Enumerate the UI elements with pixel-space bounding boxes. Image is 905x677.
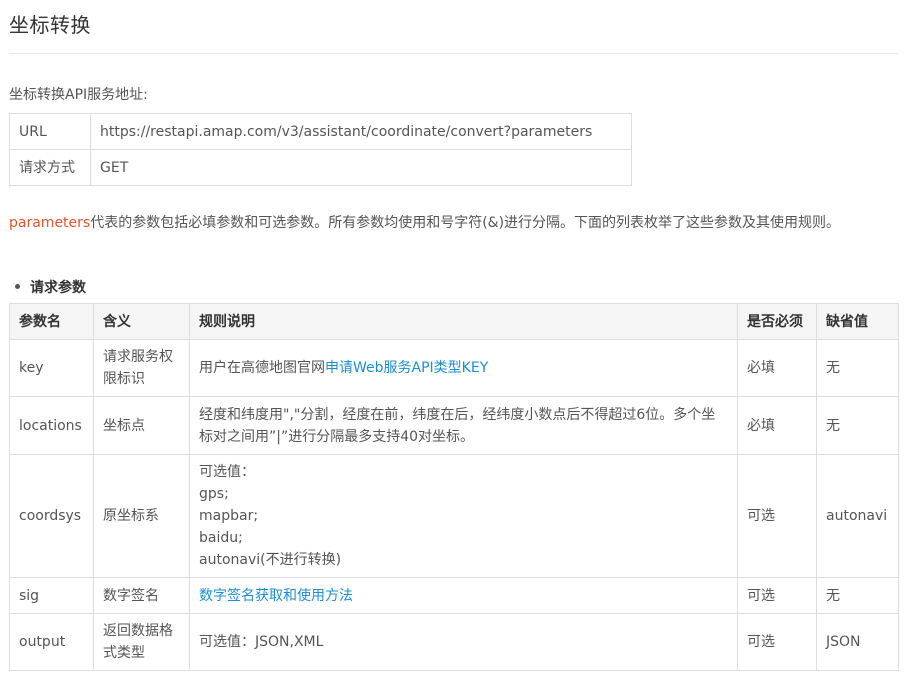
param-default-cell: 无 bbox=[816, 577, 899, 614]
bullet-dot-icon bbox=[15, 283, 20, 289]
section-heading: 请求参数 bbox=[30, 280, 86, 296]
method-value-cell: GET bbox=[90, 149, 632, 186]
table-row: sig 数字签名 数字签名获取和使用方法 可选 无 bbox=[9, 577, 899, 614]
param-default-cell: 无 bbox=[816, 396, 899, 455]
header-required: 是否必须 bbox=[737, 303, 817, 340]
param-name-cell: output bbox=[9, 613, 94, 671]
param-meaning-cell: 返回数据格式类型 bbox=[93, 613, 190, 671]
param-meaning-cell: 坐标点 bbox=[93, 396, 190, 455]
url-key-cell: URL bbox=[9, 113, 91, 150]
rule-option-line: gps; bbox=[199, 486, 229, 502]
method-key-cell: 请求方式 bbox=[9, 149, 91, 186]
table-row: key 请求服务权限标识 用户在高德地图官网申请Web服务API类型KEY 必填… bbox=[9, 339, 899, 397]
description-paragraph: parameters代表的参数包括必填参数和可选参数。所有参数均使用和号字符(&… bbox=[9, 209, 889, 238]
table-row: output 返回数据格式类型 可选值：JSON,XML 可选 JSON bbox=[9, 613, 899, 671]
param-name-cell: locations bbox=[9, 396, 94, 455]
header-rule: 规则说明 bbox=[189, 303, 738, 340]
title-divider bbox=[9, 53, 898, 54]
description-text: 代表的参数包括必填参数和可选参数。所有参数均使用和号字符(&)进行分隔。下面的列… bbox=[90, 215, 841, 231]
rule-option-line: autonavi(不进行转换) bbox=[199, 552, 342, 568]
param-meaning-cell: 原坐标系 bbox=[93, 454, 190, 578]
param-required-cell: 可选 bbox=[737, 577, 817, 614]
param-meaning-cell: 请求服务权限标识 bbox=[93, 339, 190, 397]
param-required-cell: 必填 bbox=[737, 339, 817, 397]
param-name-cell: sig bbox=[9, 577, 94, 614]
rule-option-line: 可选值： bbox=[199, 464, 255, 480]
table-row: locations 坐标点 经度和纬度用","分割，经度在前，纬度在后，经纬度小… bbox=[9, 396, 899, 455]
parameters-highlight: parameters bbox=[9, 215, 91, 231]
apply-key-link[interactable]: 申请Web服务API类型KEY bbox=[325, 360, 488, 376]
url-value-cell: https://restapi.amap.com/v3/assistant/co… bbox=[90, 113, 632, 150]
param-meaning-cell: 数字签名 bbox=[93, 577, 190, 614]
param-default-cell: autonavi bbox=[816, 454, 899, 578]
table-row: 请求方式 GET bbox=[9, 149, 632, 186]
param-name-cell: key bbox=[9, 339, 94, 397]
header-param-name: 参数名 bbox=[9, 303, 94, 340]
section-bullet: 请求参数 bbox=[15, 277, 86, 297]
param-rule-cell: 经度和纬度用","分割，经度在前，纬度在后，经纬度小数点后不得超过6位。多个坐标… bbox=[189, 396, 738, 455]
param-rule-cell: 用户在高德地图官网申请Web服务API类型KEY bbox=[189, 339, 738, 397]
param-required-cell: 可选 bbox=[737, 454, 817, 578]
table-row: URL https://restapi.amap.com/v3/assistan… bbox=[9, 113, 632, 150]
rule-text: 用户在高德地图官网 bbox=[199, 360, 325, 376]
param-required-cell: 可选 bbox=[737, 613, 817, 671]
signature-method-link[interactable]: 数字签名获取和使用方法 bbox=[199, 588, 353, 604]
header-meaning: 含义 bbox=[93, 303, 190, 340]
param-rule-cell: 可选值： gps; mapbar; baidu; autonavi(不进行转换) bbox=[189, 454, 738, 578]
page-title: 坐标转换 bbox=[9, 13, 91, 37]
param-default-cell: JSON bbox=[816, 613, 899, 671]
params-table: 参数名 含义 规则说明 是否必须 缺省值 key 请求服务权限标识 用户在高德地… bbox=[9, 303, 899, 671]
param-default-cell: 无 bbox=[816, 339, 899, 397]
table-header-row: 参数名 含义 规则说明 是否必须 缺省值 bbox=[9, 303, 899, 340]
header-default: 缺省值 bbox=[816, 303, 899, 340]
table-row: coordsys 原坐标系 可选值： gps; mapbar; baidu; a… bbox=[9, 454, 899, 578]
rule-option-line: mapbar; bbox=[199, 508, 259, 524]
param-rule-cell: 可选值：JSON,XML bbox=[189, 613, 738, 671]
param-rule-cell: 数字签名获取和使用方法 bbox=[189, 577, 738, 614]
service-address-label: 坐标转换API服务地址: bbox=[9, 87, 148, 103]
rule-option-line: baidu; bbox=[199, 530, 243, 546]
param-name-cell: coordsys bbox=[9, 454, 94, 578]
service-address-table: URL https://restapi.amap.com/v3/assistan… bbox=[9, 113, 632, 186]
param-required-cell: 必填 bbox=[737, 396, 817, 455]
